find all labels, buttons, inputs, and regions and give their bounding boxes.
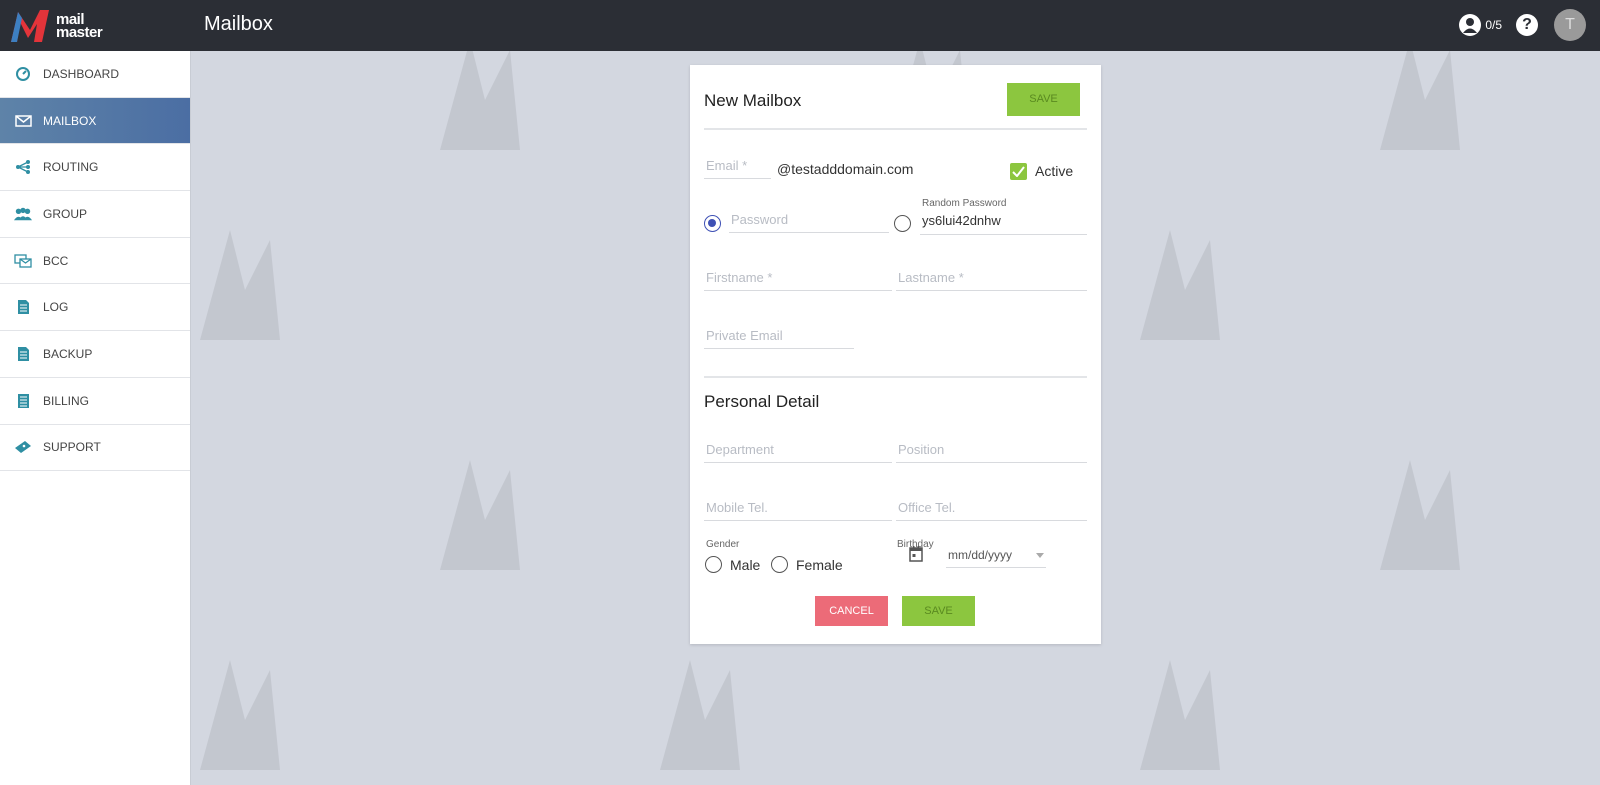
office-tel-field[interactable] — [896, 495, 1087, 521]
chevron-down-icon[interactable] — [1036, 553, 1044, 558]
watermark — [440, 40, 690, 150]
personal-detail-title: Personal Detail — [704, 392, 820, 411]
watermark — [440, 460, 690, 570]
private-email-input[interactable] — [704, 323, 854, 347]
sidebar-item-label: DASHBOARD — [43, 66, 120, 81]
sidebar-item-billing[interactable]: BILLING — [0, 378, 190, 425]
sidebar-item-log[interactable]: LOG — [0, 284, 190, 332]
password-field[interactable] — [729, 207, 889, 233]
random-password-field[interactable]: ys6lui42dnhw — [920, 209, 1087, 235]
office-tel-input[interactable] — [896, 495, 1087, 519]
group-icon — [14, 205, 32, 223]
support-icon — [14, 438, 32, 456]
watermark — [660, 660, 910, 770]
sidebar-item-mailbox[interactable]: MAILBOX — [0, 97, 190, 145]
random-password-label: Random Password — [922, 198, 1007, 209]
routing-icon — [14, 158, 32, 176]
sidebar-item-label: GROUP — [43, 206, 88, 221]
mail-icon — [14, 112, 32, 130]
position-field[interactable] — [896, 437, 1087, 463]
divider — [704, 128, 1087, 130]
birthday-input[interactable]: mm/dd/yyyy — [946, 544, 1046, 568]
watermark — [200, 660, 450, 770]
sidebar: DASHBOARD MAILBOX ROUTING GROUP BCC LOG — [0, 51, 191, 785]
watermark — [1140, 660, 1390, 770]
form-title: New Mailbox — [704, 91, 802, 110]
calendar-icon[interactable] — [909, 546, 923, 562]
divider — [704, 376, 1087, 378]
page-title: Mailbox — [204, 13, 273, 35]
dashboard-icon — [14, 65, 32, 83]
active-label: Active — [1035, 163, 1074, 179]
position-input[interactable] — [896, 437, 1087, 461]
logo-mark-icon — [10, 8, 50, 44]
header-actions: 0/5 ? T — [1459, 8, 1586, 42]
gender-male-radio[interactable] — [705, 556, 722, 573]
random-password-radio[interactable] — [894, 215, 911, 232]
bcc-icon — [14, 252, 32, 270]
lastname-field[interactable] — [896, 265, 1087, 291]
private-email-field[interactable] — [704, 323, 854, 349]
firstname-field[interactable] — [704, 265, 892, 291]
department-field[interactable] — [704, 437, 892, 463]
firstname-input[interactable] — [704, 265, 892, 289]
avatar[interactable]: T — [1554, 9, 1586, 41]
email-input[interactable] — [704, 153, 771, 177]
password-radio[interactable] — [704, 215, 721, 232]
sidebar-item-label: BCC — [43, 253, 69, 268]
sidebar-item-group[interactable]: GROUP — [0, 191, 190, 238]
watermark — [200, 230, 450, 340]
sidebar-item-label: SUPPORT — [43, 440, 101, 455]
sidebar-item-routing[interactable]: ROUTING — [0, 144, 190, 192]
sidebar-item-bcc[interactable]: BCC — [0, 238, 190, 285]
user-count-text: 0/5 — [1485, 18, 1502, 32]
watermark — [1380, 460, 1580, 570]
top-bar: mail master Mailbox 0/5 ? T — [0, 0, 1600, 51]
active-checkbox[interactable] — [1010, 163, 1027, 180]
billing-icon — [14, 392, 32, 410]
mobile-tel-field[interactable] — [704, 495, 892, 521]
app-logo[interactable]: mail master — [10, 8, 130, 44]
gender-label: Gender — [706, 539, 740, 550]
mobile-tel-input[interactable] — [704, 495, 892, 519]
logo-text-line2: master — [56, 24, 103, 41]
random-password-value: ys6lui42dnhw — [922, 213, 1001, 228]
sidebar-item-label: MAILBOX — [43, 113, 97, 128]
lastname-input[interactable] — [896, 265, 1087, 289]
gender-male-label: Male — [730, 557, 761, 573]
backup-icon — [14, 345, 32, 363]
sidebar-item-label: ROUTING — [43, 160, 99, 175]
sidebar-item-label: BILLING — [43, 393, 90, 408]
sidebar-item-dashboard[interactable]: DASHBOARD — [0, 51, 190, 98]
watermark — [1140, 230, 1390, 340]
user-icon — [1459, 14, 1482, 36]
email-domain: @testadddomain.com — [777, 161, 914, 177]
cancel-button[interactable]: CANCEL — [815, 596, 888, 626]
email-field[interactable] — [704, 153, 771, 179]
sidebar-item-support[interactable]: SUPPORT — [0, 425, 190, 472]
password-input[interactable] — [729, 207, 889, 231]
gender-female-label: Female — [796, 557, 843, 573]
save-button[interactable]: SAVE — [902, 596, 975, 626]
user-count-badge[interactable]: 0/5 — [1459, 14, 1502, 36]
gender-female-radio[interactable] — [771, 556, 788, 573]
sidebar-item-label: LOG — [43, 300, 69, 315]
department-input[interactable] — [704, 437, 892, 461]
help-icon[interactable]: ? — [1516, 14, 1538, 36]
sidebar-item-backup[interactable]: BACKUP — [0, 331, 190, 378]
check-icon — [1012, 166, 1025, 177]
log-icon — [14, 298, 32, 316]
new-mailbox-form: New Mailbox SAVE @testadddomain.com Acti… — [690, 65, 1101, 644]
save-button-top[interactable]: SAVE — [1007, 83, 1080, 116]
watermark — [1380, 40, 1580, 150]
sidebar-item-label: BACKUP — [43, 346, 93, 361]
